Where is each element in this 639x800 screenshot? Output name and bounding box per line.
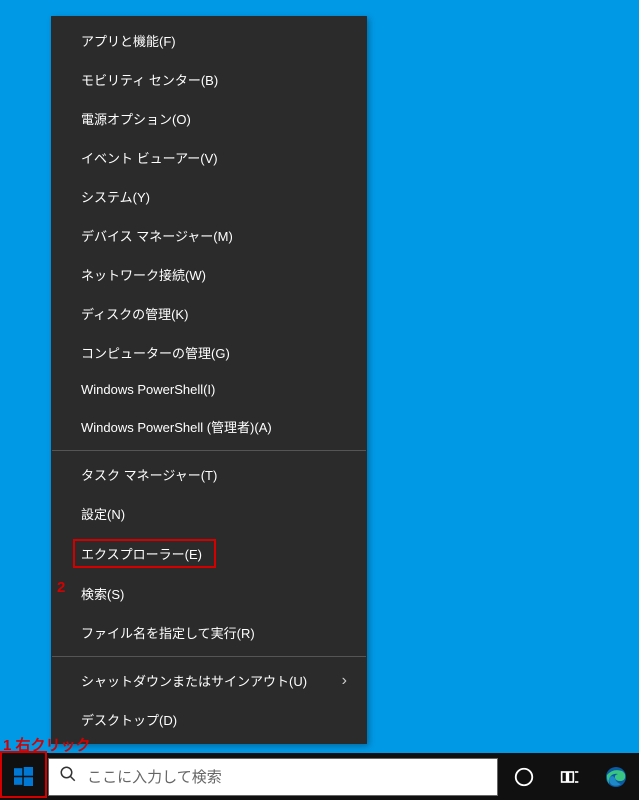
task-view-icon <box>560 767 580 787</box>
menu-item-label: イベント ビューアー(V) <box>81 148 218 167</box>
menu-item-label: アプリと機能(F) <box>81 31 176 50</box>
menu-separator <box>52 656 366 657</box>
menu-item[interactable]: モビリティ センター(B) <box>51 60 367 99</box>
menu-item-label: Windows PowerShell(I) <box>81 382 215 397</box>
menu-item-label: モビリティ センター(B) <box>81 70 218 89</box>
menu-item-label: 電源オプション(O) <box>81 109 191 128</box>
menu-item[interactable]: ネットワーク接続(W) <box>51 255 367 294</box>
menu-item[interactable]: 設定(N) <box>51 494 367 533</box>
menu-item[interactable]: システム(Y) <box>51 177 367 216</box>
menu-item-label: Windows PowerShell (管理者)(A) <box>81 417 272 436</box>
edge-button[interactable] <box>593 753 639 800</box>
start-button-highlight <box>0 751 47 798</box>
menu-item[interactable]: ファイル名を指定して実行(R) <box>51 613 367 652</box>
menu-item[interactable]: タスク マネージャー(T) <box>51 455 367 494</box>
menu-item[interactable]: ディスクの管理(K) <box>51 294 367 333</box>
menu-item-explorer-wrap[interactable]: エクスプローラー(E) <box>51 533 367 574</box>
menu-item[interactable]: 検索(S) <box>51 574 367 613</box>
chevron-right-icon: › <box>342 672 347 690</box>
menu-item-label: ネットワーク接続(W) <box>81 265 206 284</box>
edge-icon <box>604 765 628 789</box>
menu-item[interactable]: シャットダウンまたはサインアウト(U) › <box>51 661 367 700</box>
menu-item[interactable]: コンピューターの管理(G) <box>51 333 367 372</box>
circle-icon <box>513 766 535 788</box>
menu-item[interactable]: アプリと機能(F) <box>51 21 367 60</box>
menu-item-label: タスク マネージャー(T) <box>81 465 217 484</box>
highlight-box: エクスプローラー(E) <box>73 539 216 568</box>
menu-item-label: デスクトップ(D) <box>81 710 177 729</box>
menu-item-label: シャットダウンまたはサインアウト(U) <box>81 671 307 690</box>
menu-item-label: システム(Y) <box>81 187 150 206</box>
menu-separator <box>52 450 366 451</box>
cortana-button[interactable] <box>500 753 546 800</box>
menu-item[interactable]: デスクトップ(D) <box>51 700 367 739</box>
menu-item-label: デバイス マネージャー(M) <box>81 226 233 245</box>
menu-item-label: 設定(N) <box>81 504 125 523</box>
menu-item[interactable]: 電源オプション(O) <box>51 99 367 138</box>
search-placeholder: ここに入力して検索 <box>87 766 222 787</box>
taskbar-search[interactable]: ここに入力して検索 <box>48 758 498 796</box>
annotation-step-2: 2 <box>57 579 65 596</box>
menu-item-label: コンピューターの管理(G) <box>81 343 230 362</box>
winx-context-menu: アプリと機能(F) モビリティ センター(B) 電源オプション(O) イベント ビュー… <box>51 16 367 744</box>
menu-item-label: エクスプローラー(E) <box>81 547 202 562</box>
menu-item[interactable]: イベント ビューアー(V) <box>51 138 367 177</box>
menu-item-label: ファイル名を指定して実行(R) <box>81 623 255 642</box>
taskbar: ここに入力して検索 <box>0 753 639 800</box>
menu-item[interactable]: デバイス マネージャー(M) <box>51 216 367 255</box>
annotation-step-1: 1 右クリック <box>3 734 91 755</box>
menu-item-label: 検索(S) <box>81 584 124 603</box>
menu-item-label: ディスクの管理(K) <box>81 304 188 323</box>
menu-item[interactable]: Windows PowerShell (管理者)(A) <box>51 407 367 446</box>
menu-item[interactable]: Windows PowerShell(I) <box>51 372 367 407</box>
task-view-button[interactable] <box>547 753 593 800</box>
search-icon <box>59 765 77 788</box>
